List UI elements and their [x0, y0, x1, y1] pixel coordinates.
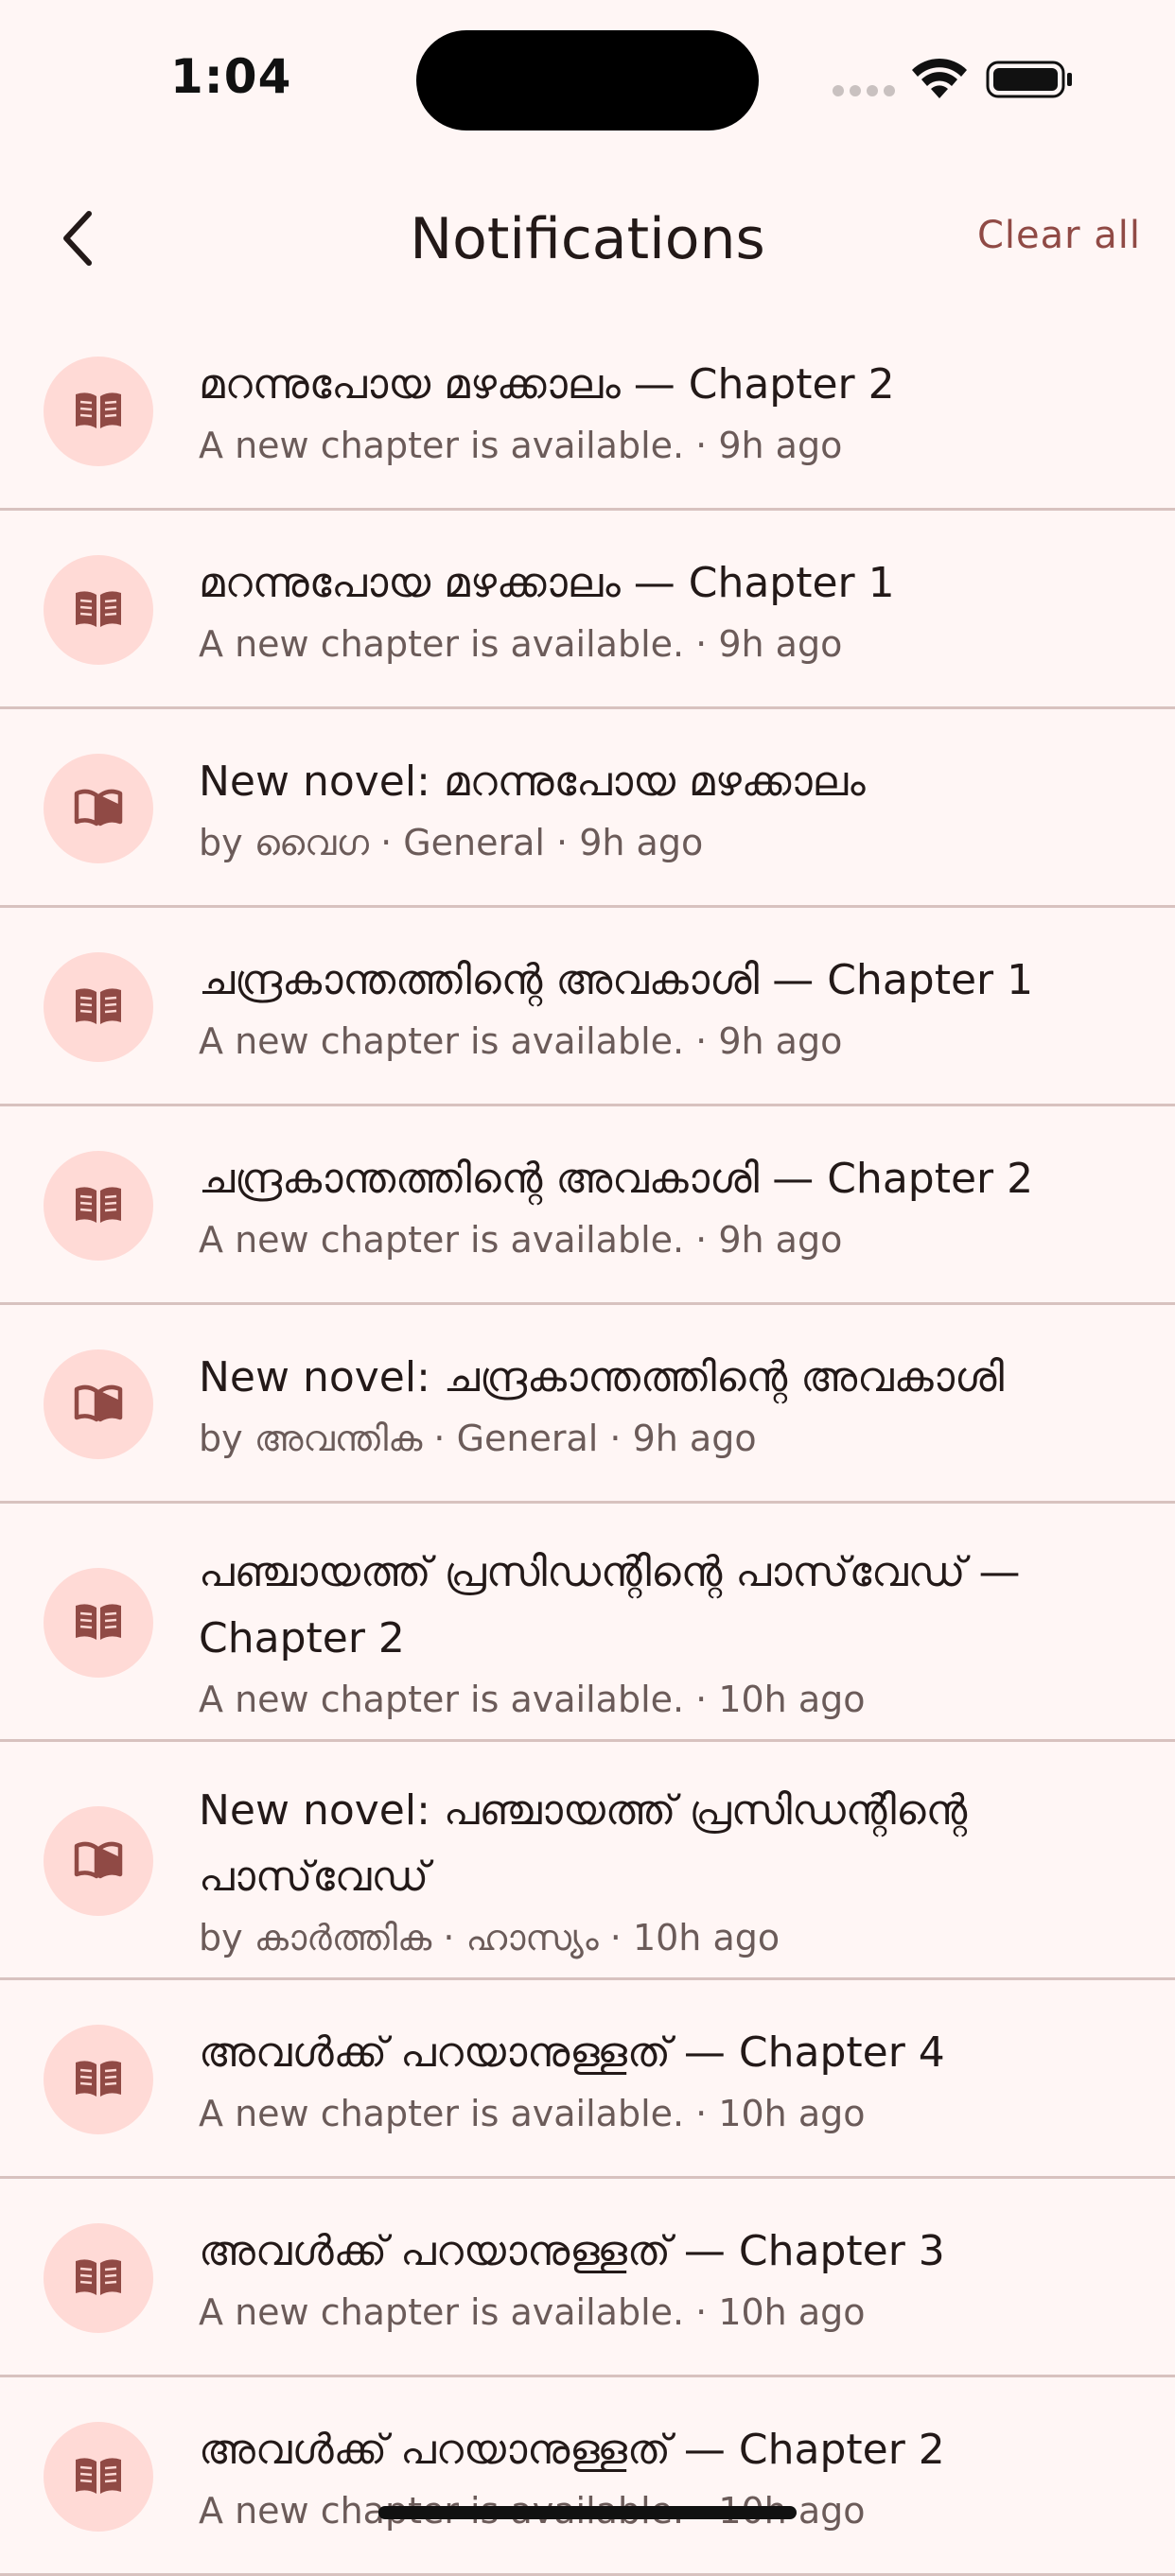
notification-subtitle: A new chapter is available. · 9h ago	[199, 623, 843, 665]
notification-avatar	[44, 952, 153, 1062]
wifi-icon	[912, 58, 967, 98]
notification-title: അവൾക്ക് പറയാനുള്ളത് — Chapter 3	[199, 2227, 945, 2275]
book-icon	[72, 2057, 125, 2102]
notification-title: അവൾക്ക് പറയാനുള്ളത് — Chapter 2	[199, 2426, 945, 2474]
notification-avatar	[44, 1349, 153, 1459]
notification-avatar	[44, 2025, 153, 2134]
notification-title: മറന്നുപോയ മഴക്കാലം — Chapter 2	[199, 360, 895, 409]
notification-subtitle: A new chapter is available. · 10h ago	[199, 2093, 866, 2134]
notification-item[interactable]: New novel: ചന്ദ്രകാന്തത്തിന്റെ അവകാശി by …	[0, 1305, 1175, 1504]
notification-item[interactable]: അവൾക്ക് പറയാനുള്ളത് — Chapter 2A new cha…	[0, 2377, 1175, 2576]
book-icon	[72, 389, 125, 434]
notification-text: New novel: ചന്ദ്രകാന്തത്തിന്റെ അവകാശി by …	[199, 1345, 1137, 1466]
notification-text: ചന്ദ്രകാന്തത്തിന്റെ അവകാശി — Chapter 2 A …	[199, 1146, 1137, 1267]
notification-list: മറന്നുപോയ മഴക്കാലം — Chapter 2 A new chap…	[0, 312, 1175, 2576]
notification-item[interactable]: മറന്നുപോയ മഴക്കാലം — Chapter 1 A new chap…	[0, 511, 1175, 709]
notification-item[interactable]: ചന്ദ്രകാന്തത്തിന്റെ അവകാശി — Chapter 1 A …	[0, 908, 1175, 1106]
notification-subtitle: by വൈഗ · General · 9h ago	[199, 822, 704, 863]
notification-item[interactable]: പഞ്ചായത്ത് പ്രസിഡന്റിന്റെ പാസ്‌വേഡ് — Ch…	[0, 1504, 1175, 1742]
notification-item[interactable]: അവൾക്ക് പറയാനുള്ളത് — Chapter 4 A new cha…	[0, 1980, 1175, 2179]
notification-subtitle: A new chapter is available. · 9h ago	[199, 1219, 843, 1261]
notification-text: അവൾക്ക് പറയാനുള്ളത് — Chapter 4 A new cha…	[199, 2020, 1137, 2141]
notification-avatar	[44, 2223, 153, 2333]
notification-text: ചന്ദ്രകാന്തത്തിന്റെ അവകാശി — Chapter 1 A …	[199, 948, 1137, 1069]
notification-avatar	[44, 754, 153, 863]
notification-title: ചന്ദ്രകാന്തത്തിന്റെ അവകാശി — Chapter 2	[199, 1155, 1034, 1203]
notification-avatar	[44, 1568, 153, 1678]
notification-item[interactable]: മറന്നുപോയ മഴക്കാലം — Chapter 2 A new chap…	[0, 312, 1175, 511]
notification-title: അവൾക്ക് പറയാനുള്ളത് — Chapter 4	[199, 2028, 945, 2077]
book-icon	[72, 1183, 125, 1228]
notification-title: New novel: ചന്ദ്രകാന്തത്തിന്റെ അവകാശി	[199, 1353, 1005, 1401]
notification-subtitle: A new chapter is available. · 10h ago	[199, 2291, 866, 2333]
open-book-icon	[72, 786, 125, 831]
notification-text: New novel: മറന്നുപോയ മഴക്കാലം by വൈഗ · Ge…	[199, 749, 1137, 870]
notification-item[interactable]: New novel: പഞ്ചായത്ത് പ്രസിഡന്റിന്റെ പാസ…	[0, 1742, 1175, 1980]
notification-item[interactable]: ചന്ദ്രകാന്തത്തിന്റെ അവകാശി — Chapter 2 A …	[0, 1106, 1175, 1305]
book-icon	[72, 2454, 125, 2499]
battery-icon	[986, 61, 1072, 98]
book-icon	[72, 984, 125, 1030]
notification-item[interactable]: അവൾക്ക് പറയാനുള്ളത് — Chapter 3 A new cha…	[0, 2179, 1175, 2377]
status-bar: 1:04	[0, 0, 1175, 151]
notification-text: അവൾക്ക് പറയാനുള്ളത് — Chapter 3 A new cha…	[199, 2219, 1137, 2340]
notification-avatar	[44, 555, 153, 665]
notification-text: മറന്നുപോയ മഴക്കാലം — Chapter 2 A new chap…	[199, 352, 1137, 473]
notification-text: മറന്നുപോയ മഴക്കാലം — Chapter 1 A new chap…	[199, 550, 1137, 671]
clear-all-button[interactable]: Clear all	[977, 214, 1141, 257]
open-book-icon	[72, 1838, 125, 1884]
home-indicator[interactable]	[378, 2506, 797, 2519]
notification-text: അവൾക്ക് പറയാനുള്ളത് — Chapter 2A new cha…	[199, 2417, 1137, 2538]
status-time: 1:04	[170, 49, 292, 104]
notification-avatar	[44, 2422, 153, 2532]
notification-title: New novel: പഞ്ചായത്ത് പ്രസിഡന്റിന്റെ പാസ…	[199, 1786, 968, 1901]
dynamic-island	[416, 30, 759, 131]
notification-title: മറന്നുപോയ മഴക്കാലം — Chapter 1	[199, 559, 895, 607]
notification-title: New novel: മറന്നുപോയ മഴക്കാലം	[199, 757, 866, 806]
notification-item[interactable]: New novel: മറന്നുപോയ മഴക്കാലം by വൈഗ · Ge…	[0, 709, 1175, 908]
notification-avatar	[44, 1806, 153, 1916]
notification-subtitle: A new chapter is available. · 10h ago	[199, 1679, 866, 1720]
book-icon	[72, 2255, 125, 2301]
notification-text: പഞ്ചായത്ത് പ്രസിഡന്റിന്റെ പാസ്‌വേഡ് — Ch…	[199, 1540, 1137, 1727]
notification-avatar	[44, 357, 153, 466]
cellular-signal-icon	[833, 85, 895, 96]
open-book-icon	[72, 1382, 125, 1427]
notification-title: ചന്ദ്രകാന്തത്തിന്റെ അവകാശി — Chapter 1	[199, 956, 1034, 1004]
notification-subtitle: by അവന്തിക · General · 9h ago	[199, 1418, 757, 1459]
notification-avatar	[44, 1151, 153, 1261]
notification-text: New novel: പഞ്ചായത്ത് പ്രസിഡന്റിന്റെ പാസ…	[199, 1778, 1137, 1965]
notification-subtitle: A new chapter is available. · 9h ago	[199, 1020, 843, 1062]
book-icon	[72, 587, 125, 633]
notification-subtitle: A new chapter is available. · 9h ago	[199, 425, 843, 466]
notification-subtitle: by കാർത്തിക · ഹാസ്യം · 10h ago	[199, 1917, 780, 1958]
app-bar: Notifications Clear all	[0, 151, 1175, 322]
notification-title: പഞ്ചായത്ത് പ്രസിഡന്റിന്റെ പാസ്‌വേഡ് — Ch…	[199, 1548, 1021, 1662]
book-icon	[72, 1600, 125, 1645]
